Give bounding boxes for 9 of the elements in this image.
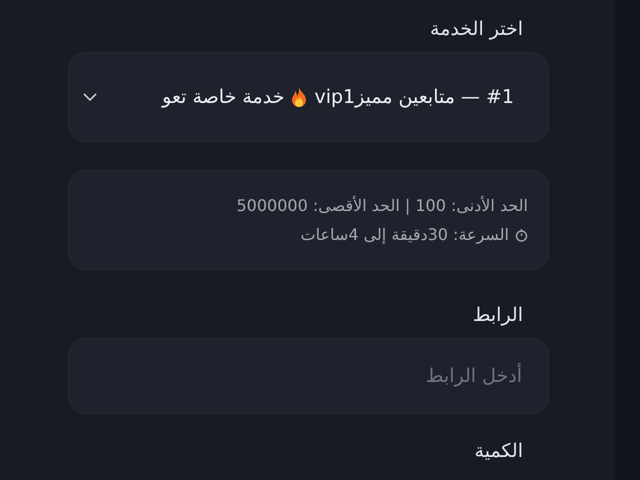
field-label: الكمية xyxy=(474,440,523,462)
service-dropdown[interactable]: #1 — متابعين مميزvip1 خدمة خاصة تعو xyxy=(68,52,549,142)
fire-icon xyxy=(290,86,308,108)
field-label: الرابط xyxy=(472,304,523,326)
chevron-down-icon xyxy=(83,92,97,102)
field-label: اختر الخدمة xyxy=(430,18,523,40)
stopwatch-icon xyxy=(515,228,528,242)
speed-text: السرعة: 30دقيقة إلى 4ساعات xyxy=(300,225,509,244)
limits-text: الحد الأدنى: 100 | الحد الأقصى: 5000000 xyxy=(236,196,528,215)
